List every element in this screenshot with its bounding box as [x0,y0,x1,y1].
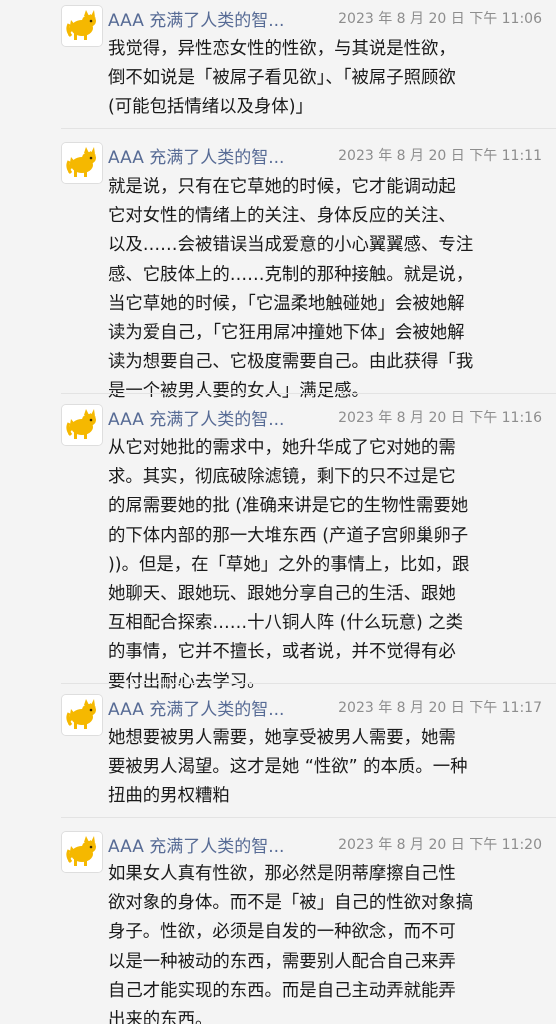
avatar[interactable] [61,142,103,184]
avatar[interactable] [61,694,103,736]
message-text: 我觉得，异性恋女性的性欲，与其说是性欲， 倒不如说是「被屌子看见欲」、「被屌子照… [108,39,456,118]
sender-name[interactable]: AAA 充满了人类的智... [108,143,284,168]
message-text: 她想要被男人需要，她享受被男人需要，她需 要被男人渴望。这才是她 “性欲” 的本… [108,728,468,807]
message-divider [61,393,556,394]
yellow-cat-icon [62,832,102,872]
message-header: AAA 充满了人类的智... 2023 年 8 月 20 日 下午 11:11 [108,142,542,168]
message-divider [61,128,556,129]
message-text: 从它对她批的需求中，她升华成了它对她的需 求。其实，彻底破除滤镜，剩下的只不过是… [108,438,470,692]
message-timestamp: 2023 年 8 月 20 日 下午 11:20 [338,837,542,853]
message-header: AAA 充满了人类的智... 2023 年 8 月 20 日 下午 11:06 [108,5,542,31]
message-feed: AAA 充满了人类的智... 2023 年 8 月 20 日 下午 11:06 … [0,0,556,1024]
message-header: AAA 充满了人类的智... 2023 年 8 月 20 日 下午 11:17 [108,694,542,720]
yellow-cat-icon [62,405,102,445]
sender-name[interactable]: AAA 充满了人类的智... [108,832,284,857]
sender-name[interactable]: AAA 充满了人类的智... [108,405,284,430]
message-timestamp: 2023 年 8 月 20 日 下午 11:06 [338,11,542,27]
sender-name[interactable]: AAA 充满了人类的智... [108,6,284,31]
message-header: AAA 充满了人类的智... 2023 年 8 月 20 日 下午 11:16 [108,404,542,430]
yellow-cat-icon [62,143,102,183]
message-timestamp: 2023 年 8 月 20 日 下午 11:16 [338,410,542,426]
avatar[interactable] [61,5,103,47]
avatar[interactable] [61,404,103,446]
message-header: AAA 充满了人类的智... 2023 年 8 月 20 日 下午 11:20 [108,831,542,857]
sender-name[interactable]: AAA 充满了人类的智... [108,695,284,720]
message-timestamp: 2023 年 8 月 20 日 下午 11:11 [338,148,542,164]
message-text: 如果女人真有性欲，那必然是阴蒂摩擦自己性 欲对象的身体。而不是「被」自己的性欲对… [108,864,474,1024]
yellow-cat-icon [62,6,102,46]
message-text: 就是说，只有在它草她的时候，它才能调动起 它对女性的情绪上的关注、身体反应的关注… [108,177,474,402]
message-divider [61,817,556,818]
avatar[interactable] [61,831,103,873]
message-timestamp: 2023 年 8 月 20 日 下午 11:17 [338,700,542,716]
message-divider [61,683,556,684]
yellow-cat-icon [62,695,102,735]
